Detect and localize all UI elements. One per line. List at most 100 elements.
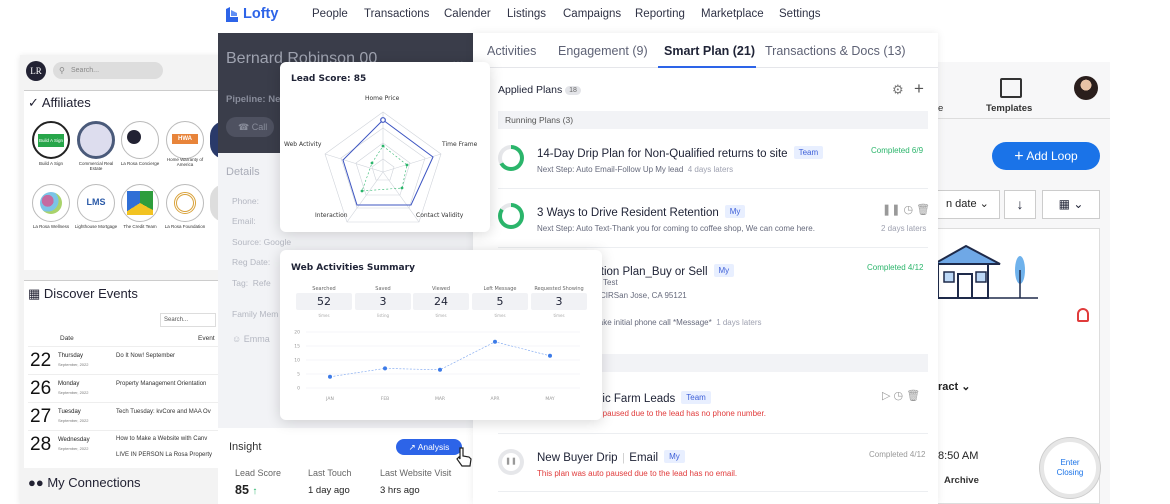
- divider: [498, 188, 928, 189]
- trash-icon[interactable]: 🗑: [916, 204, 930, 216]
- radar-series-secondary: [361, 145, 408, 192]
- event-weekday: Tuesday: [58, 409, 81, 415]
- phone-icon: ☎: [238, 122, 250, 132]
- nav-listings[interactable]: Listings: [507, 8, 546, 20]
- archive-label[interactable]: Archive: [944, 475, 979, 486]
- event-title[interactable]: LIVE IN PERSON La Rosa Property: [116, 452, 212, 458]
- event-row[interactable]: 22 Thursday September, 2022 Do It Now! S…: [28, 346, 220, 372]
- event-row[interactable]: 27 Tuesday September, 2022 Tech Tuesday:…: [28, 402, 220, 428]
- templates-icon[interactable]: [1000, 78, 1022, 98]
- left-search-input[interactable]: ⚲ Search...: [53, 62, 163, 79]
- add-loop-button[interactable]: + Add Loop: [992, 142, 1100, 170]
- event-day: 26: [30, 378, 52, 399]
- tab-engagement[interactable]: Engagement (9): [558, 44, 648, 58]
- affiliate-hwa[interactable]: HWA: [166, 121, 204, 159]
- data-point: [548, 353, 552, 358]
- analysis-button[interactable]: ↗ Analysis: [396, 439, 462, 455]
- history-icon[interactable]: ◷: [894, 390, 904, 402]
- chevron-down-icon: ⌄: [979, 198, 989, 210]
- detail-phone: Phone:: [232, 196, 259, 206]
- templates-label[interactable]: Templates: [986, 103, 1032, 114]
- event-title[interactable]: Property Management Orientation: [116, 381, 206, 387]
- plan-progress-ring: [498, 203, 524, 229]
- sort-direction-button[interactable]: ↓: [1004, 190, 1036, 219]
- history-icon[interactable]: ◷: [904, 204, 914, 216]
- plan-paused-ring: ❚❚: [498, 449, 524, 475]
- stat-sub: listing: [376, 313, 390, 318]
- affiliate-wellness[interactable]: [32, 184, 70, 222]
- affiliate-label: Build A Sign: [38, 161, 64, 166]
- event-row[interactable]: 26 Monday September, 2022 Property Manag…: [28, 374, 220, 400]
- affiliate-label: Lighthouse Mortgage: [74, 224, 118, 229]
- plan-title[interactable]: New Buyer Drip | Email My: [537, 448, 685, 466]
- running-plans-header: Running Plans (3): [498, 111, 928, 129]
- nav-calender[interactable]: Calender: [444, 8, 491, 20]
- user-icon: ☺: [232, 334, 242, 344]
- add-plan-icon[interactable]: +: [914, 79, 924, 99]
- x-tick-label: MAR: [435, 396, 445, 402]
- trend-icon: ↗: [408, 442, 416, 452]
- events-search-input[interactable]: Search...: [160, 313, 216, 327]
- y-tick-label: 0: [297, 386, 300, 392]
- x-tick-label: APR: [491, 396, 500, 402]
- data-point: [438, 367, 442, 372]
- family-member[interactable]: ☺ Emma: [232, 334, 270, 344]
- enter-closing-button[interactable]: Enter Closing: [1040, 438, 1100, 498]
- stat-sub: times: [494, 313, 506, 318]
- events-header-date: Date: [60, 335, 74, 342]
- details-title: Details: [226, 166, 260, 178]
- contract-label: ract ⌄: [938, 381, 971, 393]
- nav-people[interactable]: People: [312, 8, 348, 20]
- partial-tab-label: e: [938, 103, 944, 114]
- affiliate-commercial[interactable]: [77, 121, 115, 159]
- affiliate-concierge[interactable]: [121, 121, 159, 159]
- event-title[interactable]: Do It Now! September: [116, 353, 175, 359]
- event-row[interactable]: 28 Wednesday September, 2022 How to Make…: [28, 430, 220, 464]
- event-day: 22: [30, 350, 52, 371]
- tab-transactions-docs[interactable]: Transactions & Docs (13): [765, 44, 906, 58]
- affiliates-panel: ✓ Affiliates: [24, 90, 220, 270]
- stat-value: 52: [296, 293, 352, 310]
- event-month: September, 2022: [58, 390, 89, 395]
- affiliate-foundation[interactable]: [166, 184, 204, 222]
- nav-marketplace[interactable]: Marketplace: [701, 8, 764, 20]
- paused-plans-header: [600, 354, 928, 372]
- affiliate-build-a-sign[interactable]: Build A Sign: [32, 121, 70, 159]
- call-button[interactable]: ☎ Call: [226, 117, 274, 137]
- affiliate-credit-team[interactable]: [121, 184, 159, 222]
- radar-point: [400, 186, 404, 190]
- bell-icon[interactable]: [1077, 308, 1089, 322]
- y-tick-label: 20: [294, 330, 300, 336]
- affiliate-logo-text: Build A Sign: [38, 134, 64, 147]
- nav-campaigns[interactable]: Campaigns: [563, 8, 621, 20]
- tab-activities[interactable]: Activities: [487, 44, 536, 58]
- plan-title[interactable]: 3 Ways to Drive Resident Retention My: [537, 203, 746, 221]
- y-tick-label: 5: [297, 372, 300, 378]
- affiliate-label: La Rosa Foundation: [164, 224, 206, 229]
- event-day: 28: [30, 434, 52, 455]
- x-tick-label: JAN: [325, 396, 334, 402]
- nav-transactions[interactable]: Transactions: [364, 8, 429, 20]
- pipeline-label[interactable]: Pipeline: Ne: [226, 94, 280, 105]
- settings-gear-icon[interactable]: ⚙: [892, 82, 904, 98]
- nav-settings[interactable]: Settings: [779, 8, 821, 20]
- connections-title: ●● My Connections: [28, 475, 141, 490]
- nav-reporting[interactable]: Reporting: [635, 8, 685, 20]
- arrow-up-icon: ↑: [252, 486, 258, 497]
- trash-icon[interactable]: 🗑: [906, 390, 920, 402]
- concierge-logo-icon: [127, 130, 141, 144]
- stat-sub: times: [318, 313, 330, 318]
- user-avatar[interactable]: [1074, 76, 1098, 100]
- plan-title[interactable]: hic Farm Leads Team: [596, 389, 711, 407]
- sort-dropdown[interactable]: n date ⌄: [938, 190, 1000, 219]
- affiliate-lighthouse[interactable]: LMS: [77, 184, 115, 222]
- event-title[interactable]: How to Make a Website with Canv: [116, 436, 207, 442]
- pause-icon[interactable]: ❚❚: [882, 204, 900, 216]
- event-title[interactable]: Tech Tuesday: kvCore and MAA Ov: [116, 409, 211, 415]
- view-toggle-button[interactable]: ▦ ⌄: [1042, 190, 1100, 219]
- stat-label: Left Message: [483, 286, 517, 292]
- play-icon[interactable]: ▷: [882, 390, 890, 402]
- plan-tag: My: [713, 264, 735, 278]
- tab-smart-plan[interactable]: Smart Plan (21): [664, 44, 755, 58]
- plan-title[interactable]: 14-Day Drip Plan for Non-Qualified retur…: [537, 144, 824, 162]
